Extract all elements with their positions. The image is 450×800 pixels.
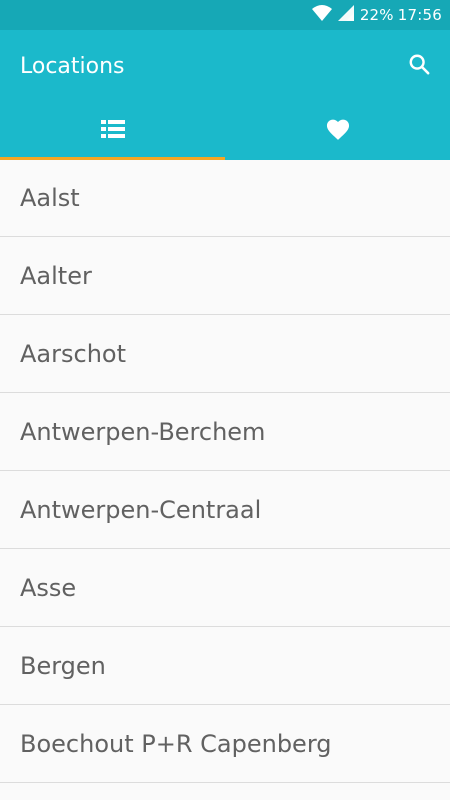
list-item-label: Antwerpen-Centraal <box>20 495 262 524</box>
list-item[interactable]: Bergen <box>0 627 450 705</box>
status-bar: 22% 17:56 <box>0 0 450 30</box>
list-item-label: Aalst <box>20 184 80 212</box>
battery-percentage: 22% <box>359 6 394 24</box>
wifi-icon <box>311 5 332 25</box>
list-icon <box>100 119 125 143</box>
list-item[interactable]: Asse <box>0 549 450 627</box>
tab-locations-list[interactable] <box>0 102 225 160</box>
app-bar: Locations <box>0 30 450 160</box>
status-icons <box>311 5 354 25</box>
tab-favorites[interactable] <box>225 102 450 160</box>
locations-list: Aalst Aalter Aarschot Antwerpen-Berchem … <box>0 160 450 783</box>
heart-icon <box>325 117 351 145</box>
search-icon <box>408 53 430 79</box>
list-item-label: Antwerpen-Berchem <box>20 417 266 446</box>
list-item-label: Asse <box>20 573 77 602</box>
page-title: Locations <box>20 53 125 79</box>
cell-signal-icon <box>337 5 354 25</box>
list-item[interactable]: Aarschot <box>0 315 450 393</box>
list-item-label: Aalter <box>20 261 92 290</box>
list-item-label: Bergen <box>20 651 106 680</box>
list-item[interactable]: Aalst <box>0 160 450 237</box>
list-item-label: Boechout P+R Capenberg <box>20 729 332 758</box>
toolbar: Locations <box>0 30 450 102</box>
search-button[interactable] <box>406 53 432 79</box>
list-item-label: Aarschot <box>20 339 126 368</box>
status-time: 17:56 <box>397 6 442 24</box>
list-item[interactable]: Antwerpen-Berchem <box>0 393 450 471</box>
list-item[interactable]: Aalter <box>0 237 450 315</box>
list-item[interactable]: Antwerpen-Centraal <box>0 471 450 549</box>
tab-bar <box>0 102 450 160</box>
list-item[interactable]: Boechout P+R Capenberg <box>0 705 450 783</box>
